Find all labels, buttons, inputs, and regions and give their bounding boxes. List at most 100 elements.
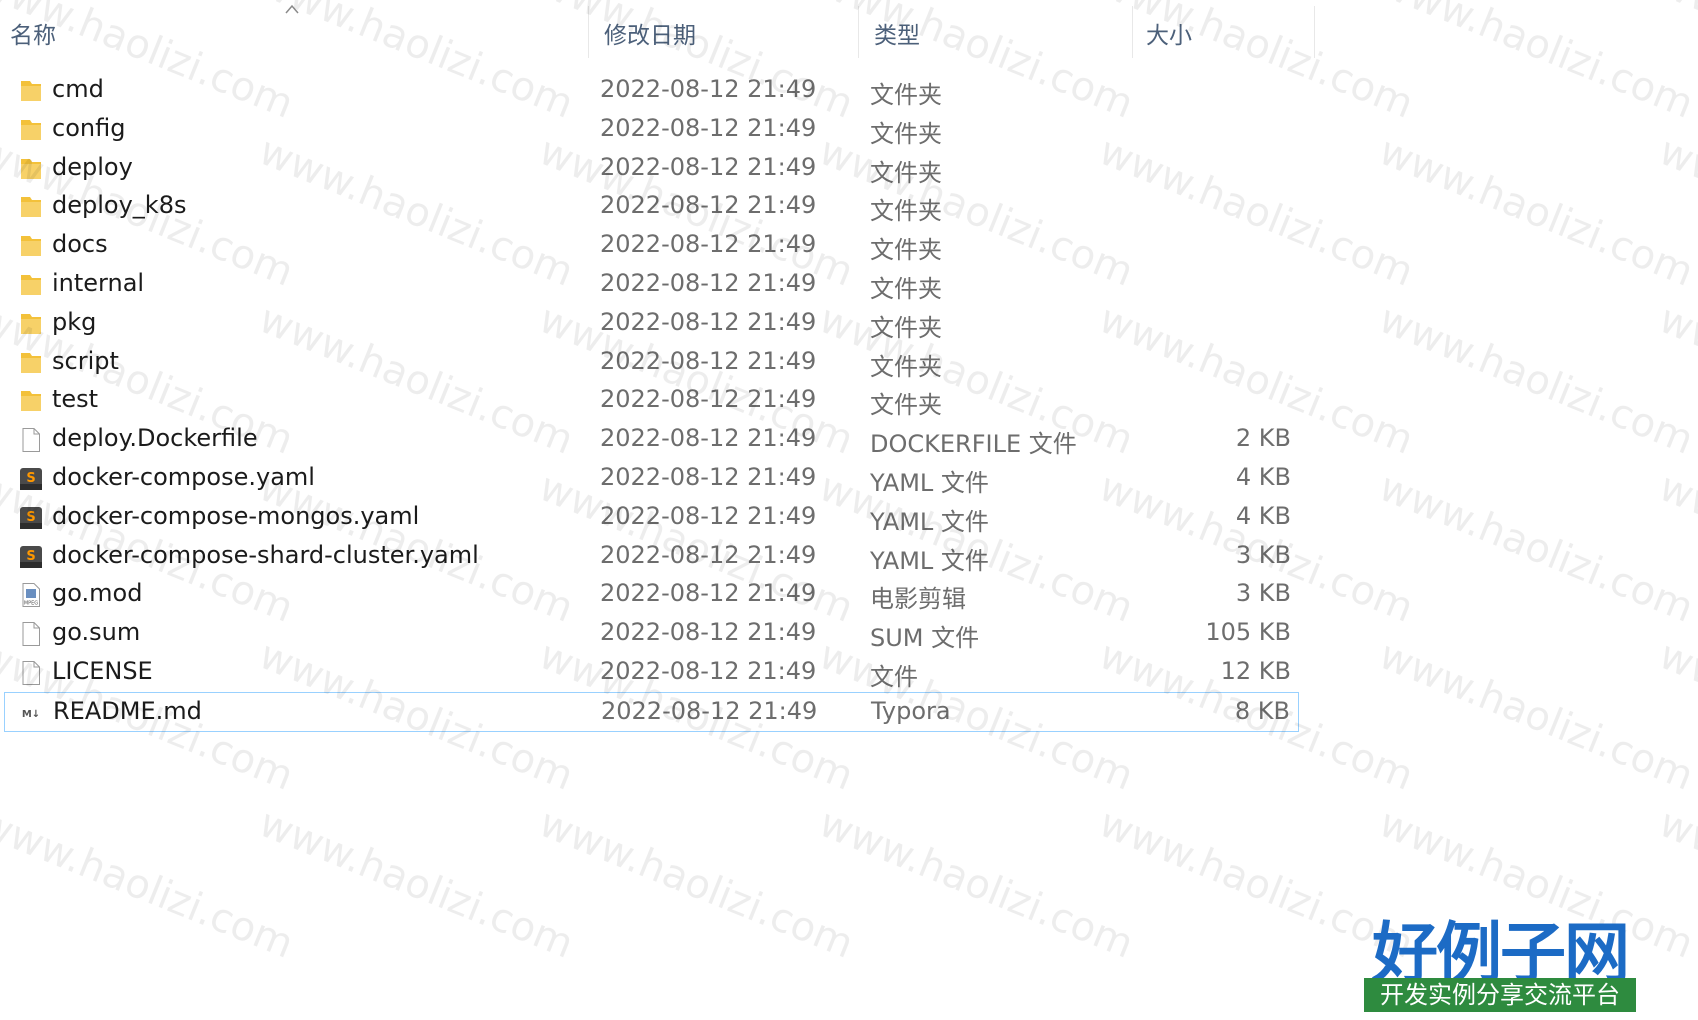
file-size: 8 KB	[1234, 696, 1290, 725]
svg-text:M↓: M↓	[22, 709, 40, 720]
column-header-name[interactable]: 名称	[10, 16, 56, 50]
file-row[interactable]: docs 2022-08-12 21:49 文件夹	[4, 226, 1299, 266]
watermark-text: www.haolizi.com	[1652, 800, 1698, 968]
file-name: test	[52, 385, 99, 414]
file-row[interactable]: internal 2022-08-12 21:49 文件夹	[4, 265, 1299, 305]
file-date: 2022-08-12 21:49	[600, 385, 817, 414]
file-date: 2022-08-12 21:49	[600, 191, 817, 220]
logo-subtitle: 开发实例分享交流平台	[1364, 978, 1636, 1012]
file-row[interactable]: config 2022-08-12 21:49 文件夹	[4, 110, 1299, 150]
watermark-text: www.haolizi.com	[1652, 296, 1698, 464]
folder-icon	[18, 272, 44, 298]
file-size: 12 KB	[1220, 657, 1291, 685]
mpeg-file-icon: MPEG	[18, 582, 44, 608]
file-date: 2022-08-12 21:49	[601, 696, 818, 725]
column-divider[interactable]	[858, 6, 859, 58]
file-name: docker-compose-mongos.yaml	[52, 501, 420, 530]
watermark-text: www.haolizi.com	[1372, 128, 1698, 296]
folder-icon	[18, 194, 44, 220]
file-name: cmd	[52, 75, 104, 103]
file-size: 105 KB	[1205, 618, 1291, 647]
watermark-text: www.haolizi.com	[0, 800, 300, 968]
sublime-file-icon: S	[18, 544, 44, 570]
file-size: 4 KB	[1235, 501, 1291, 530]
file-type: 文件夹	[870, 391, 942, 420]
file-type: 文件夹	[870, 158, 942, 187]
blank-file-icon	[18, 660, 44, 686]
file-type: 文件夹	[870, 352, 942, 381]
file-type: Typora	[871, 696, 951, 725]
column-header-size[interactable]: 大小	[1146, 16, 1192, 50]
file-type: 文件夹	[870, 119, 942, 148]
file-row[interactable]: Sdocker-compose-shard-cluster.yaml 2022-0…	[4, 537, 1299, 577]
markdown-file-icon: M↓	[19, 700, 45, 726]
file-date: 2022-08-12 21:49	[600, 230, 817, 259]
file-type: 文件夹	[870, 236, 942, 265]
file-name: LICENSE	[52, 657, 153, 685]
file-row[interactable]: pkg 2022-08-12 21:49 文件夹	[4, 304, 1299, 344]
column-divider[interactable]	[1132, 6, 1133, 58]
svg-text:S: S	[26, 471, 35, 486]
file-date: 2022-08-12 21:49	[600, 463, 817, 491]
file-date: 2022-08-12 21:49	[600, 113, 817, 142]
sublime-file-icon: S	[18, 466, 44, 492]
file-row-selected[interactable]: M↓ README.md 2022-08-12 21:49 Typora 8 KB	[4, 691, 1299, 732]
file-date: 2022-08-12 21:49	[600, 579, 817, 608]
file-type: SUM 文件	[870, 624, 980, 653]
file-row[interactable]: Sdocker-compose.yaml 2022-08-12 21:49 YAML…	[4, 459, 1299, 499]
file-name: docs	[52, 230, 108, 259]
file-name: README.md	[53, 696, 202, 725]
file-size: 3 KB	[1235, 540, 1291, 569]
folder-icon	[18, 117, 44, 143]
file-date: 2022-08-12 21:49	[600, 501, 817, 530]
file-date: 2022-08-12 21:49	[600, 269, 817, 297]
file-date: 2022-08-12 21:49	[600, 540, 817, 569]
folder-icon	[18, 311, 44, 337]
file-name: deploy_k8s	[52, 191, 187, 220]
file-row[interactable]: Sdocker-compose-mongos.yaml 2022-08-12 21…	[4, 498, 1299, 538]
file-date: 2022-08-12 21:49	[600, 152, 817, 181]
site-logo: 好例子网 开发实例分享交流平台	[1360, 900, 1640, 1012]
svg-text:S: S	[26, 510, 35, 525]
file-date: 2022-08-12 21:49	[600, 346, 817, 375]
watermark-text: www.haolizi.com	[1372, 0, 1698, 128]
watermark-text: www.haolizi.com	[1652, 0, 1698, 128]
file-row[interactable]: deploy_k8s 2022-08-12 21:49 文件夹	[4, 187, 1299, 227]
svg-text:MPEG: MPEG	[24, 601, 38, 607]
file-row[interactable]: test 2022-08-12 21:49 文件夹	[4, 381, 1299, 421]
watermark-text: www.haolizi.com	[1652, 632, 1698, 800]
file-name: go.mod	[52, 579, 143, 608]
file-row[interactable]: MPEG go.mod 2022-08-12 21:49 电影剪辑 3 KB	[4, 575, 1299, 615]
column-divider[interactable]	[1314, 6, 1315, 58]
folder-icon	[18, 78, 44, 104]
file-type: YAML 文件	[870, 507, 989, 536]
file-type: 文件夹	[870, 313, 942, 342]
file-type: 文件夹	[870, 81, 942, 109]
file-size: 2 KB	[1235, 424, 1291, 453]
sort-ascending-icon	[285, 4, 299, 14]
watermark-text: www.haolizi.com	[812, 800, 1140, 968]
column-divider[interactable]	[588, 6, 589, 58]
file-row[interactable]: go.sum 2022-08-12 21:49 SUM 文件 105 KB	[4, 614, 1299, 654]
file-row[interactable]: script 2022-08-12 21:49 文件夹	[4, 343, 1299, 383]
file-type: YAML 文件	[870, 469, 989, 497]
file-date: 2022-08-12 21:49	[600, 618, 817, 647]
blank-file-icon	[18, 621, 44, 647]
watermark-text: www.haolizi.com	[1652, 128, 1698, 296]
file-type: 文件夹	[870, 275, 942, 303]
column-header-bar: 名称 修改日期 类型 大小	[0, 0, 1315, 68]
column-header-date[interactable]: 修改日期	[604, 16, 696, 50]
file-name: internal	[52, 269, 145, 297]
file-type: DOCKERFILE 文件	[870, 430, 1077, 459]
folder-icon	[18, 233, 44, 259]
watermark-text: www.haolizi.com	[532, 800, 860, 968]
file-row[interactable]: deploy 2022-08-12 21:49 文件夹	[4, 149, 1299, 189]
file-row[interactable]: cmd 2022-08-12 21:49 文件夹	[4, 71, 1299, 111]
column-header-type[interactable]: 类型	[874, 16, 920, 50]
sublime-file-icon: S	[18, 505, 44, 531]
file-row[interactable]: LICENSE 2022-08-12 21:49 文件 12 KB	[4, 653, 1299, 693]
svg-text:S: S	[26, 549, 35, 564]
file-row[interactable]: deploy.Dockerfile 2022-08-12 21:49 DOCKERF…	[4, 420, 1299, 460]
file-size: 4 KB	[1235, 463, 1291, 491]
file-date: 2022-08-12 21:49	[600, 424, 817, 453]
